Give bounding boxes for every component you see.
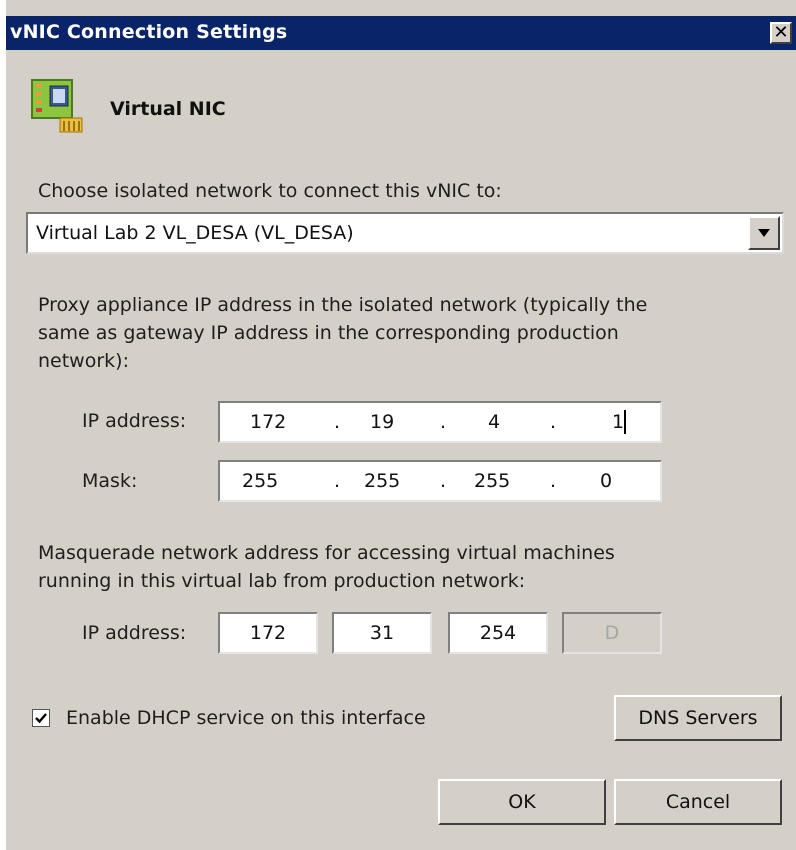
- masquerade-description-line1: Masquerade network address for accessing…: [38, 542, 615, 564]
- ip-separator: .: [440, 470, 447, 492]
- ip-separator: .: [550, 470, 557, 492]
- ip-separator: .: [334, 411, 341, 433]
- dns-servers-button[interactable]: DNS Servers: [614, 695, 782, 741]
- ok-button[interactable]: OK: [438, 779, 606, 825]
- mask-octet-4[interactable]: 0: [600, 470, 612, 492]
- ip-separator: .: [440, 411, 447, 433]
- dhcp-label[interactable]: Enable DHCP service on this interface: [66, 707, 426, 729]
- masquerade-octet-3[interactable]: 254: [448, 612, 548, 654]
- network-label: Choose isolated network to connect this …: [38, 180, 502, 202]
- masquerade-octet-2[interactable]: 31: [332, 612, 432, 654]
- ip-separator: .: [550, 411, 557, 433]
- dropdown-button[interactable]: [748, 216, 780, 250]
- proxy-ip-input[interactable]: 172 . 19 . 4 . 1: [218, 401, 662, 443]
- masquerade-ip-label: IP address:: [82, 622, 187, 644]
- close-icon: ✕: [773, 22, 789, 43]
- window-title: vNIC Connection Settings: [10, 21, 288, 43]
- checkmark-icon: [35, 713, 47, 724]
- masquerade-octet-1[interactable]: 172: [218, 612, 318, 654]
- network-select-value: Virtual Lab 2 VL_DESA (VL_DESA): [36, 222, 354, 244]
- ip-separator: .: [334, 470, 341, 492]
- proxy-ip-octet-3[interactable]: 4: [488, 411, 500, 433]
- proxy-description-line2: same as gateway IP address in the corres…: [38, 322, 619, 344]
- masquerade-description-line2: running in this virtual lab from product…: [38, 570, 526, 592]
- chevron-down-icon: [758, 229, 770, 237]
- section-title: Virtual NIC: [110, 98, 226, 120]
- masquerade-octet-4: D: [562, 612, 662, 654]
- proxy-ip-octet-1[interactable]: 172: [250, 411, 286, 433]
- proxy-ip-label: IP address:: [82, 410, 187, 432]
- network-select[interactable]: Virtual Lab 2 VL_DESA (VL_DESA): [26, 212, 784, 254]
- close-button[interactable]: ✕: [770, 22, 792, 44]
- vnic-settings-dialog: vNIC Connection Settings ✕ Virtual NIC C…: [6, 0, 796, 850]
- cancel-button[interactable]: Cancel: [614, 779, 782, 825]
- proxy-ip-octet-2[interactable]: 19: [370, 411, 394, 433]
- mask-label: Mask:: [82, 470, 138, 492]
- mask-octet-1[interactable]: 255: [242, 470, 278, 492]
- mask-input[interactable]: 255 . 255 . 255 . 0: [218, 460, 662, 502]
- network-card-icon: [31, 79, 83, 133]
- proxy-description-line1: Proxy appliance IP address in the isolat…: [38, 294, 648, 316]
- title-bar[interactable]: vNIC Connection Settings ✕: [6, 16, 796, 50]
- proxy-description-line3: network):: [38, 350, 129, 372]
- dhcp-checkbox[interactable]: [32, 709, 50, 727]
- proxy-ip-octet-4[interactable]: 1: [612, 411, 624, 433]
- mask-octet-2[interactable]: 255: [364, 470, 400, 492]
- mask-octet-3[interactable]: 255: [474, 470, 510, 492]
- text-caret: [624, 410, 626, 434]
